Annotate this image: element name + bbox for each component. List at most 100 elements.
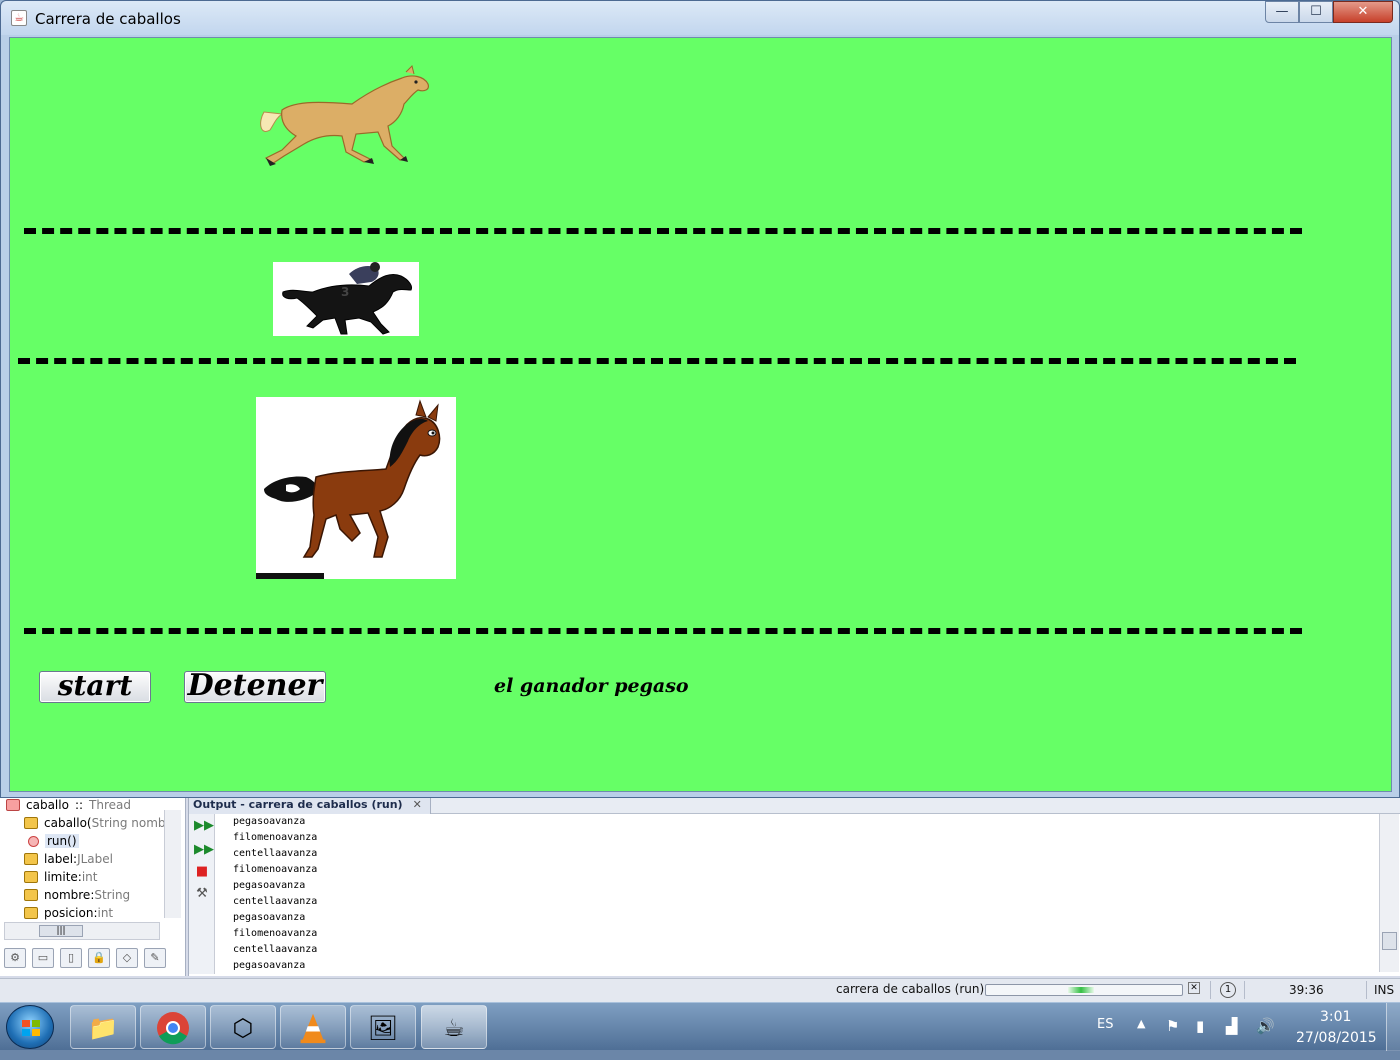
show-fields-icon[interactable]: ▭ [32,948,54,968]
horse-centella-image [256,397,456,579]
scrollbar-thumb[interactable]: ||| [39,925,83,937]
lane-divider [24,628,1302,634]
navigator-toolbar: ⚙ ▭ ▯ 🔒 ◇ ✎ [4,948,166,972]
field-icon [24,871,38,883]
windows-taskbar: 📁 ⬡ 🖼 ☕ ES ▲ ⚑ ▮ ▟ 🔊 3:01 27/08/2015 [0,1002,1400,1051]
navigator-item-run[interactable]: run() [28,832,79,850]
minimize-button[interactable]: — [1265,1,1299,23]
power-icon[interactable]: ▮ [1196,1017,1204,1035]
close-button[interactable]: ✕ [1333,1,1393,23]
settings-icon[interactable]: ⚒ [194,886,210,902]
horse-pegaso-icon [260,65,429,166]
race-window: ☕ Carrera de caballos — ☐ ✕ 3 start Dete… [0,0,1400,798]
navigator-item-constructor[interactable]: caballo(String nomb [24,814,166,832]
navigator-item-label[interactable]: label : JLabel [24,850,113,868]
winner-label: el ganador pegaso [494,675,689,697]
navigator-item-name: caballo( [44,816,92,830]
navigator-item-name: nombre [44,888,91,902]
method-icon [28,835,39,847]
window-titlebar[interactable]: ☕ Carrera de caballos — ☐ ✕ [1,1,1399,35]
output-panel: Output - carrera de caballos (run) ✕ ▶▶ ▶… [188,796,1400,976]
photo-viewer-icon[interactable]: 🖼 [350,1005,416,1049]
navigator-item-nombre[interactable]: nombre : String [24,886,130,904]
output-line: pegasoavanza [233,816,306,827]
status-divider [1244,981,1245,999]
svg-text:3: 3 [341,285,349,299]
show-hidden-icons-icon[interactable]: ▲ [1137,1017,1145,1030]
output-tab-label: Output - carrera de caballos (run) [193,798,403,811]
virtualbox-icon[interactable]: ⬡ [210,1005,276,1049]
navigator-class-name: caballo [26,798,69,812]
task-progress-bar [985,984,1183,996]
network-icon[interactable]: ▟ [1226,1017,1238,1035]
output-line: filomenoavanza [233,832,318,843]
vlc-icon[interactable] [280,1005,346,1049]
output-line: filomenoavanza [233,928,318,939]
show-static-icon[interactable]: ▯ [60,948,82,968]
navigator-item-type: JLabel [77,852,113,866]
navigator-item-type: String nomb [91,816,166,830]
close-icon[interactable]: ✕ [413,798,422,811]
output-line: pegasoavanza [233,960,306,971]
java-icon: ☕ [11,10,27,26]
start-button[interactable]: start [39,671,151,703]
sort-icon[interactable]: ✎ [144,948,166,968]
stop-icon[interactable]: ■ [194,864,210,880]
ide-statusbar: carrera de caballos (run) ✕ 1 39:36 INS [0,978,1400,1002]
lane-divider [24,228,1302,234]
field-icon [24,853,38,865]
input-language[interactable]: ES [1097,1017,1113,1032]
navigator-horizontal-scrollbar[interactable]: ||| [4,922,160,940]
window-title: Carrera de caballos [35,10,181,28]
clock-time[interactable]: 3:01 [1320,1009,1351,1025]
output-line: centellaavanza [233,944,318,955]
status-divider [1210,981,1211,999]
navigator-item-name: run() [45,834,79,848]
rerun-icon[interactable]: ▶▶ [194,818,214,834]
file-explorer-icon[interactable]: 📁 [70,1005,136,1049]
scrollbar-thumb[interactable] [1382,932,1397,950]
java-app-icon[interactable]: ☕ [421,1005,487,1049]
navigator-item-type: int [97,906,114,920]
volume-icon[interactable]: 🔊 [1256,1017,1275,1035]
vlc-cone [300,1013,326,1044]
action-center-flag-icon[interactable]: ⚑ [1166,1017,1179,1035]
output-vertical-scrollbar[interactable] [1379,814,1399,972]
lane-divider [18,358,1296,364]
chrome-icon[interactable] [140,1005,206,1049]
navigator-item-posicion[interactable]: posicion : int [24,904,113,922]
chrome-logo [157,1012,189,1045]
constructor-icon [24,817,38,829]
status-divider [1366,981,1367,999]
clock-date[interactable]: 27/08/2015 [1296,1030,1377,1046]
horse-filomeno-image: 3 [273,262,419,336]
running-task-label[interactable]: carrera de caballos (run) [836,982,984,996]
navigator-vertical-scrollbar[interactable] [164,810,181,918]
insert-mode: INS [1374,983,1395,997]
output-line: pegasoavanza [233,880,306,891]
show-inner-icon[interactable]: ◇ [116,948,138,968]
show-nonpublic-icon[interactable]: 🔒 [88,948,110,968]
caret-position: 39:36 [1289,983,1324,997]
inheritance-icon[interactable]: ⚙ [4,948,26,968]
stop-button[interactable]: Detener [184,671,326,703]
output-line: centellaavanza [233,848,318,859]
cancel-task-icon[interactable]: ✕ [1188,982,1200,994]
maximize-button[interactable]: ☐ [1299,1,1333,23]
start-button[interactable] [6,1005,54,1049]
output-tab[interactable]: Output - carrera de caballos (run) ✕ [189,796,431,814]
output-line: pegasoavanza [233,912,306,923]
horse-filomeno-icon: 3 [282,262,412,335]
rerun-with-params-icon[interactable]: ▶▶ [194,842,214,858]
navigator-class-row[interactable]: caballo :: Thread [6,796,131,814]
notifications-icon[interactable]: 1 [1220,982,1236,998]
navigator-class-sep: :: [74,798,84,812]
output-console[interactable]: pegasoavanza filomenoavanza centellaavan… [233,814,1363,972]
navigator-item-name: label [44,852,74,866]
progress-fill [1068,987,1094,993]
navigator-item-name: limite [44,870,78,884]
window-controls: — ☐ ✕ [1265,1,1393,23]
show-desktop-button[interactable] [1386,1003,1400,1051]
navigator-item-limite[interactable]: limite : int [24,868,97,886]
output-line: filomenoavanza [233,864,318,875]
